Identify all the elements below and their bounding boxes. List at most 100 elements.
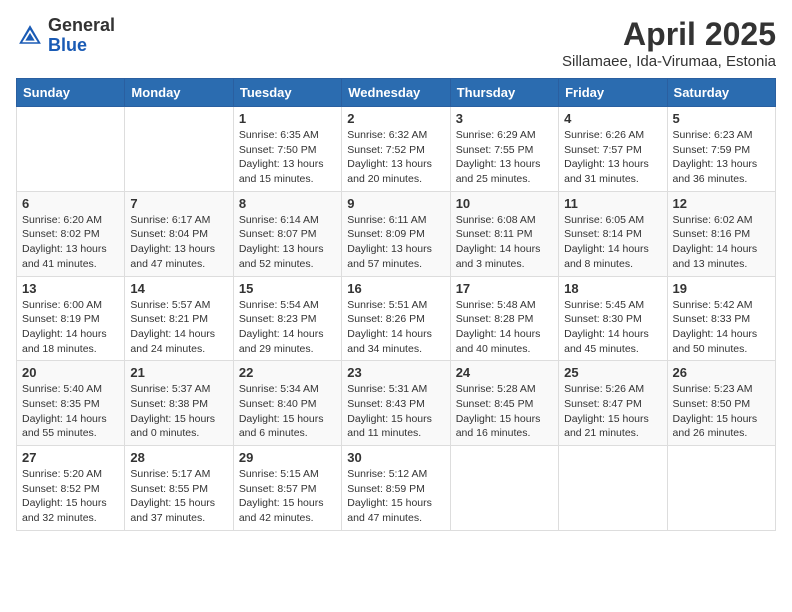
cell-info: Sunrise: 5:54 AMSunset: 8:23 PMDaylight:… [239,298,336,357]
cell-info: Sunrise: 5:26 AM Sunset: 8:47 PM Daylight:… [564,382,661,441]
cell-day-number: 7 [130,196,227,211]
cell-info: Sunrise: 5:57 AM Sunset: 8:21 PM Daylight:… [130,298,227,357]
cell-day-number: 4 [564,111,661,126]
sunset-text: Sunset: 8:33 PM [673,313,751,325]
cell-day-number: 27 [22,450,119,465]
header-saturday: Saturday [667,79,775,107]
daylight-text: Daylight: 15 hours and 16 minutes. [456,413,541,440]
calendar-week-row: 1Sunrise: 6:35 AMSunset: 7:50 PMDaylight… [17,107,776,192]
daylight-text: Daylight: 13 hours and 52 minutes. [239,243,324,270]
cell-day-number: 10 [456,196,553,211]
cell-info: Sunrise: 5:31 AMSunset: 8:43 PMDaylight:… [347,382,444,441]
daylight-text: Daylight: 14 hours and 45 minutes. [564,328,649,355]
cell-info: Sunrise: 5:34 AMSunset: 8:40 PMDaylight:… [239,382,336,441]
calendar-cell: 4 Sunrise: 6:26 AMSunset: 7:57 PMDaylight… [559,107,667,192]
cell-day-number: 28 [130,450,227,465]
calendar-cell: 17Sunrise: 5:48 AMSunset: 8:28 PMDayligh… [450,276,558,361]
daylight-text: Daylight: 15 hours and 21 minutes. [564,413,649,440]
sunrise-text: Sunrise: 5:37 AM [130,383,210,395]
header-monday: Monday [125,79,233,107]
cell-day-number: 26 [673,365,770,380]
cell-day-number: 20 [22,365,119,380]
sunset-text: Sunset: 8:35 PM [22,398,100,410]
sunset-text: Sunset: 8:07 PM [239,228,317,240]
daylight-text: Daylight: 15 hours and 26 minutes. [673,413,758,440]
daylight-text: Daylight: 13 hours and 20 minutes. [347,158,432,185]
sunrise-text: Sunrise: 6:02 AM [673,214,753,226]
daylight-text: Daylight: 14 hours and 34 minutes. [347,328,432,355]
calendar-cell: 20 Sunrise: 5:40 AMSunset: 8:35 PMDayligh… [17,361,125,446]
daylight-text: Daylight: 15 hours and 37 minutes. [130,497,215,524]
sunrise-text: Sunrise: 5:48 AM [456,299,536,311]
sunset-text: Sunset: 7:50 PM [239,144,317,156]
calendar-cell: 7Sunrise: 6:17 AMSunset: 8:04 PMDaylight… [125,191,233,276]
daylight-text: Daylight: 15 hours and 6 minutes. [239,413,324,440]
sunset-text: Sunset: 8:43 PM [347,398,425,410]
cell-info: Sunrise: 5:17 AMSunset: 8:55 PMDaylight:… [130,467,227,526]
cell-info: Sunrise: 6:05 AMSunset: 8:14 PMDaylight:… [564,213,661,272]
sunset-text: Sunset: 7:59 PM [673,144,751,156]
sunset-text: Sunset: 8:04 PM [130,228,208,240]
cell-day-number: 29 [239,450,336,465]
sunset-text: Sunset: 8:23 PM [239,313,317,325]
cell-day-number: 13 [22,281,119,296]
sunrise-text: Sunrise: 6:08 AM [456,214,536,226]
cell-info: Sunrise: 5:28 AMSunset: 8:45 PMDaylight:… [456,382,553,441]
daylight-text: Daylight: 13 hours and 15 minutes. [239,158,324,185]
daylight-text: Daylight: 14 hours and 24 minutes. [130,328,215,355]
daylight-text: Daylight: 14 hours and 40 minutes. [456,328,541,355]
sunrise-text: Sunrise: 5:28 AM [456,383,536,395]
sunrise-text: Sunrise: 5:15 AM [239,468,319,480]
daylight-text: Daylight: 14 hours and 18 minutes. [22,328,107,355]
calendar-cell: 16Sunrise: 5:51 AMSunset: 8:26 PMDayligh… [342,276,450,361]
sunset-text: Sunset: 8:21 PM [130,313,208,325]
calendar-cell: 24 Sunrise: 5:28 AMSunset: 8:45 PMDayligh… [450,361,558,446]
calendar-week-row: 27 Sunrise: 5:20 AM Sunset: 8:52 PM Dayligh… [17,446,776,531]
sunrise-text: Sunrise: 5:57 AM [130,299,210,311]
calendar-week-row: 6Sunrise: 6:20 AMSunset: 8:02 PMDaylight… [17,191,776,276]
sunrise-text: Sunrise: 5:26 AM [564,383,644,395]
cell-day-number: 24 [456,365,553,380]
calendar-cell: 10Sunrise: 6:08 AMSunset: 8:11 PMDayligh… [450,191,558,276]
calendar-cell: 11Sunrise: 6:05 AMSunset: 8:14 PMDayligh… [559,191,667,276]
cell-info: Sunrise: 6:17 AMSunset: 8:04 PMDaylight:… [130,213,227,272]
calendar-cell [559,446,667,531]
calendar-cell: 18Sunrise: 5:45 AMSunset: 8:30 PMDayligh… [559,276,667,361]
sunset-text: Sunset: 7:57 PM [564,144,642,156]
cell-day-number: 6 [22,196,119,211]
sunset-text: Sunset: 8:52 PM [22,483,100,495]
sunrise-text: Sunrise: 5:20 AM [22,468,102,480]
sunrise-text: Sunrise: 5:12 AM [347,468,427,480]
sunset-text: Sunset: 8:50 PM [673,398,751,410]
logo-general-text: General [48,15,115,35]
cell-day-number: 17 [456,281,553,296]
cell-info: Sunrise: 6:23 AMSunset: 7:59 PMDaylight:… [673,128,770,187]
cell-day-number: 30 [347,450,444,465]
cell-info: Sunrise: 6:26 AMSunset: 7:57 PMDaylight:… [564,128,661,187]
cell-info: Sunrise: 6:02 AMSunset: 8:16 PMDaylight:… [673,213,770,272]
daylight-text: Daylight: 15 hours and 32 minutes. [22,497,107,524]
sunset-text: Sunset: 8:30 PM [564,313,642,325]
sunset-text: Sunset: 8:19 PM [22,313,100,325]
cell-info: Sunrise: 5:40 AMSunset: 8:35 PMDaylight:… [22,382,119,441]
daylight-text: Daylight: 13 hours and 57 minutes. [347,243,432,270]
calendar-cell: 15Sunrise: 5:54 AMSunset: 8:23 PMDayligh… [233,276,341,361]
cell-info: Sunrise: 6:35 AMSunset: 7:50 PMDaylight:… [239,128,336,187]
cell-info: Sunrise: 5:45 AMSunset: 8:30 PMDaylight:… [564,298,661,357]
daylight-text: Daylight: 14 hours and 13 minutes. [673,243,758,270]
sunrise-text: Sunrise: 5:17 AM [130,468,210,480]
sunset-text: Sunset: 8:57 PM [239,483,317,495]
sunset-text: Sunset: 8:47 PM [564,398,642,410]
sunrise-text: Sunrise: 6:11 AM [347,214,426,226]
calendar-table: SundayMondayTuesdayWednesdayThursdayFrid… [16,78,776,531]
cell-day-number: 9 [347,196,444,211]
logo: General Blue [16,16,115,56]
calendar-cell: 28 Sunrise: 5:17 AMSunset: 8:55 PMDayligh… [125,446,233,531]
calendar-cell: 12Sunrise: 6:02 AMSunset: 8:16 PMDayligh… [667,191,775,276]
daylight-text: Daylight: 14 hours and 50 minutes. [673,328,758,355]
logo-icon [16,22,44,50]
calendar-cell: 26Sunrise: 5:23 AMSunset: 8:50 PMDayligh… [667,361,775,446]
cell-info: Sunrise: 6:00 AMSunset: 8:19 PMDaylight:… [22,298,119,357]
sunrise-text: Sunrise: 6:17 AM [130,214,210,226]
daylight-text: Daylight: 13 hours and 25 minutes. [456,158,541,185]
